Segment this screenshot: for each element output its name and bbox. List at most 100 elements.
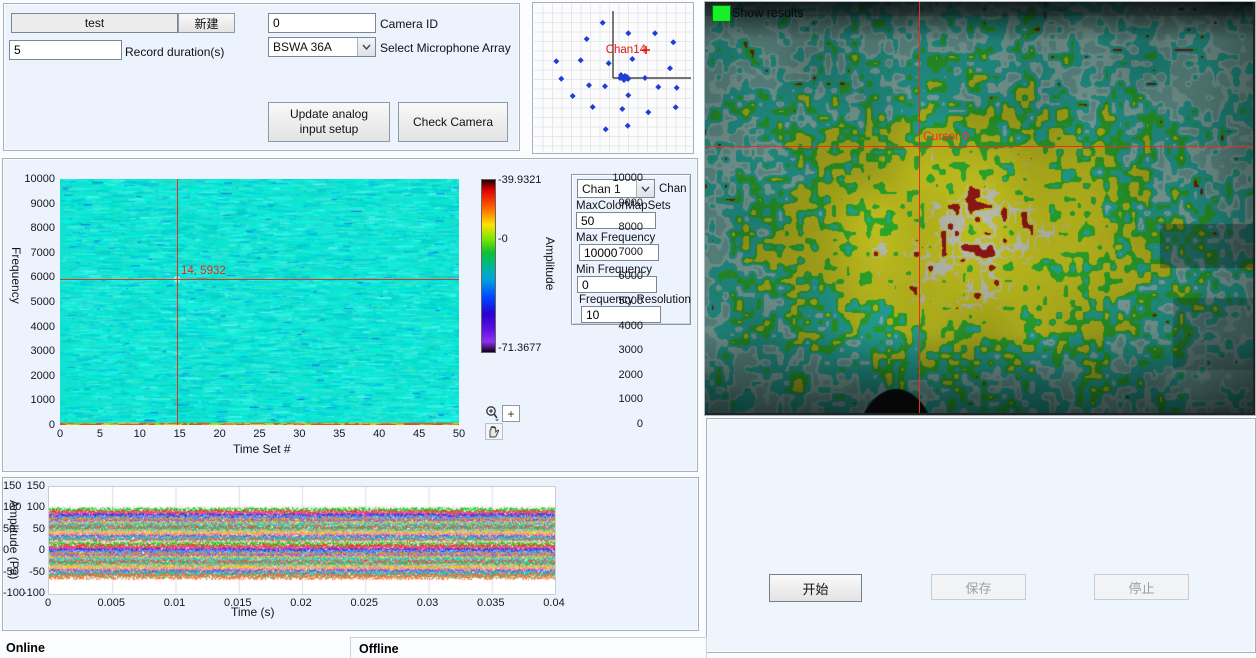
chevron-down-icon[interactable] [357,38,375,56]
online-status-label: Online [6,641,45,655]
tick-label: 1000 [17,394,55,406]
tick-label: 2000 [619,369,643,381]
waveform-canvas [48,486,556,595]
tick-label: 0.01 [164,597,185,609]
tick-label: 5000 [17,296,55,308]
tick-label: 35 [333,428,345,440]
tick-label: 8000 [17,222,55,234]
spectrogram-cursor-hline[interactable] [60,279,459,280]
tick-label: 7000 [619,246,643,258]
spectrogram-cursor-vline[interactable] [177,179,178,425]
tick-label: 8000 [619,221,643,233]
new-button[interactable]: 新建 [178,13,235,33]
spectrogram-panel: Frequency 14, 5932 Time Set # -39.9321 -… [2,158,698,472]
colorbar-min: -71.3677 [498,342,541,354]
tick-label: 4000 [17,321,55,333]
tick-label: 3000 [17,345,55,357]
tick-label: 0 [3,544,9,556]
pan-hand-icon[interactable] [485,423,503,440]
tick-label: 7000 [17,247,55,259]
offline-status-tab: Offline [350,637,707,658]
camera-view-panel: Cursor 0 Show results [704,1,1256,416]
tick-label: 10000 [612,172,643,184]
tick-label: 50 [3,523,15,535]
record-duration-label: Record duration(s) [125,45,224,59]
tick-label: 1000 [619,393,643,405]
microphone-array-value: BSWA 36A [269,40,357,54]
show-results-indicator[interactable] [712,5,731,22]
tick-label: 5 [97,428,103,440]
tick-label: 20 [213,428,225,440]
tick-label: -50 [15,566,45,578]
offline-status-label: Offline [359,642,399,656]
microphone-array-select[interactable]: BSWA 36A [268,37,376,57]
maxcolormapsets-input[interactable] [576,212,656,229]
tick-label: 45 [413,428,425,440]
zoom-tool-icon[interactable] [484,405,501,421]
camera-image[interactable] [705,2,1253,413]
config-panel: test 新建 Record duration(s) Camera ID BSW… [3,3,520,151]
tick-label: 2000 [17,370,55,382]
waveform-panel: Amplitude (Pa) Time (s) 150100500-50-100… [2,477,699,631]
mic-array-plot: Chan14 [532,2,694,154]
tick-label: 0.005 [97,597,125,609]
tick-label: 0.04 [543,597,564,609]
tick-label: 6000 [619,270,643,282]
show-results-label: Show results [732,6,804,20]
tick-label: 0 [45,597,51,609]
update-analog-input-button[interactable]: Update analog input setup [268,102,390,142]
tick-label: 15 [174,428,186,440]
tick-label: 5000 [619,295,643,307]
tick-label: 25 [253,428,265,440]
tick-label: 9000 [619,197,643,209]
max-frequency-label: Max Frequency [576,232,655,244]
tick-label: 3000 [619,344,643,356]
colorbar-title: Amplitude [543,237,557,290]
tick-label: 100 [15,501,45,513]
spectrogram-cursor-readout: 14, 5932 [181,265,226,277]
camera-cursor-vline[interactable] [919,2,920,413]
tick-label: 0 [637,418,643,430]
tick-label: 0.02 [290,597,311,609]
tick-label: 9000 [17,198,55,210]
tick-label: 50 [15,523,45,535]
tick-label: 10000 [17,173,55,185]
test-name-field[interactable]: test [11,13,178,33]
tick-label: 150 [15,480,45,492]
spectrogram-canvas[interactable] [60,179,459,425]
colorbar [481,179,496,353]
tick-label: -100 [15,587,45,599]
tick-label: 0 [57,428,63,440]
save-button[interactable]: 保存 [931,574,1026,600]
start-button[interactable]: 开始 [769,574,862,602]
microphone-array-label: Select Microphone Array [380,41,511,55]
tick-label: 0 [17,419,55,431]
colorbar-max: -39.9321 [498,174,541,186]
camera-cursor-hline[interactable] [705,146,1253,147]
tick-label: 40 [373,428,385,440]
tick-label: 0.035 [477,597,505,609]
record-duration-input[interactable] [9,40,122,60]
tick-label: 0.015 [224,597,252,609]
channel-select-label: Chan [659,183,687,195]
acoustic-camera-app: test 新建 Record duration(s) Camera ID BSW… [0,0,1256,658]
colorbar-mid: -0 [498,233,508,245]
camera-id-label: Camera ID [380,17,438,31]
zoom-rect-mode-icon[interactable]: + [502,405,520,422]
check-camera-button[interactable]: Check Camera [398,102,508,142]
mic-array-points [533,3,691,151]
stop-button[interactable]: 停止 [1094,574,1189,600]
tick-label: 50 [453,428,465,440]
tick-label: 0.03 [417,597,438,609]
tick-label: 4000 [619,320,643,332]
tick-label: 10 [134,428,146,440]
tick-label: 0.025 [350,597,378,609]
min-frequency-input[interactable] [577,276,657,293]
tick-label: 6000 [17,271,55,283]
spectrogram-xlabel: Time Set # [233,442,291,456]
camera-id-input[interactable] [268,13,376,33]
tick-label: 0 [15,544,45,556]
camera-cursor-label: Cursor 0 [923,129,969,143]
tick-label: 30 [293,428,305,440]
array-cursor-label: Chan14 [606,44,646,56]
